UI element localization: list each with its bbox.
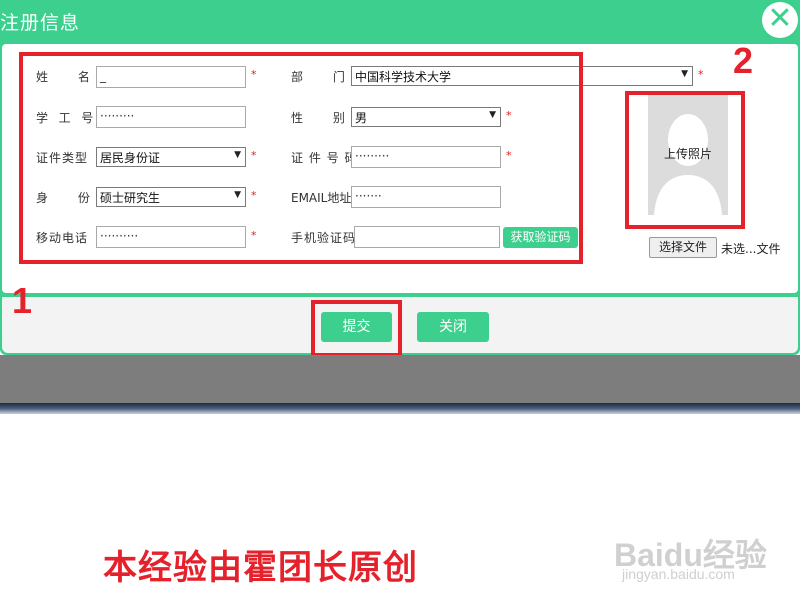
dialog-title: 注册信息 bbox=[0, 12, 81, 34]
watermark-text: 本经验由霍团长原创 bbox=[103, 548, 418, 588]
close-button[interactable]: 关闭 bbox=[417, 312, 489, 342]
overlay-backdrop bbox=[0, 355, 800, 403]
annotation-box-form bbox=[19, 52, 583, 264]
baidu-url: jingyan.baidu.com bbox=[622, 566, 735, 582]
required-mark: * bbox=[698, 68, 704, 81]
chevron-down-icon: ▼ bbox=[681, 69, 688, 79]
close-icon[interactable]: ✕ bbox=[762, 2, 798, 38]
annotation-box-submit bbox=[311, 300, 402, 357]
annotation-marker-2: 2 bbox=[733, 40, 754, 81]
background-image-strip bbox=[0, 403, 800, 414]
choose-file-button[interactable]: 选择文件 bbox=[649, 237, 717, 258]
file-status-text: 未选...文件 bbox=[721, 242, 781, 256]
annotation-box-photo bbox=[625, 91, 745, 229]
annotation-marker-1: 1 bbox=[12, 280, 33, 321]
